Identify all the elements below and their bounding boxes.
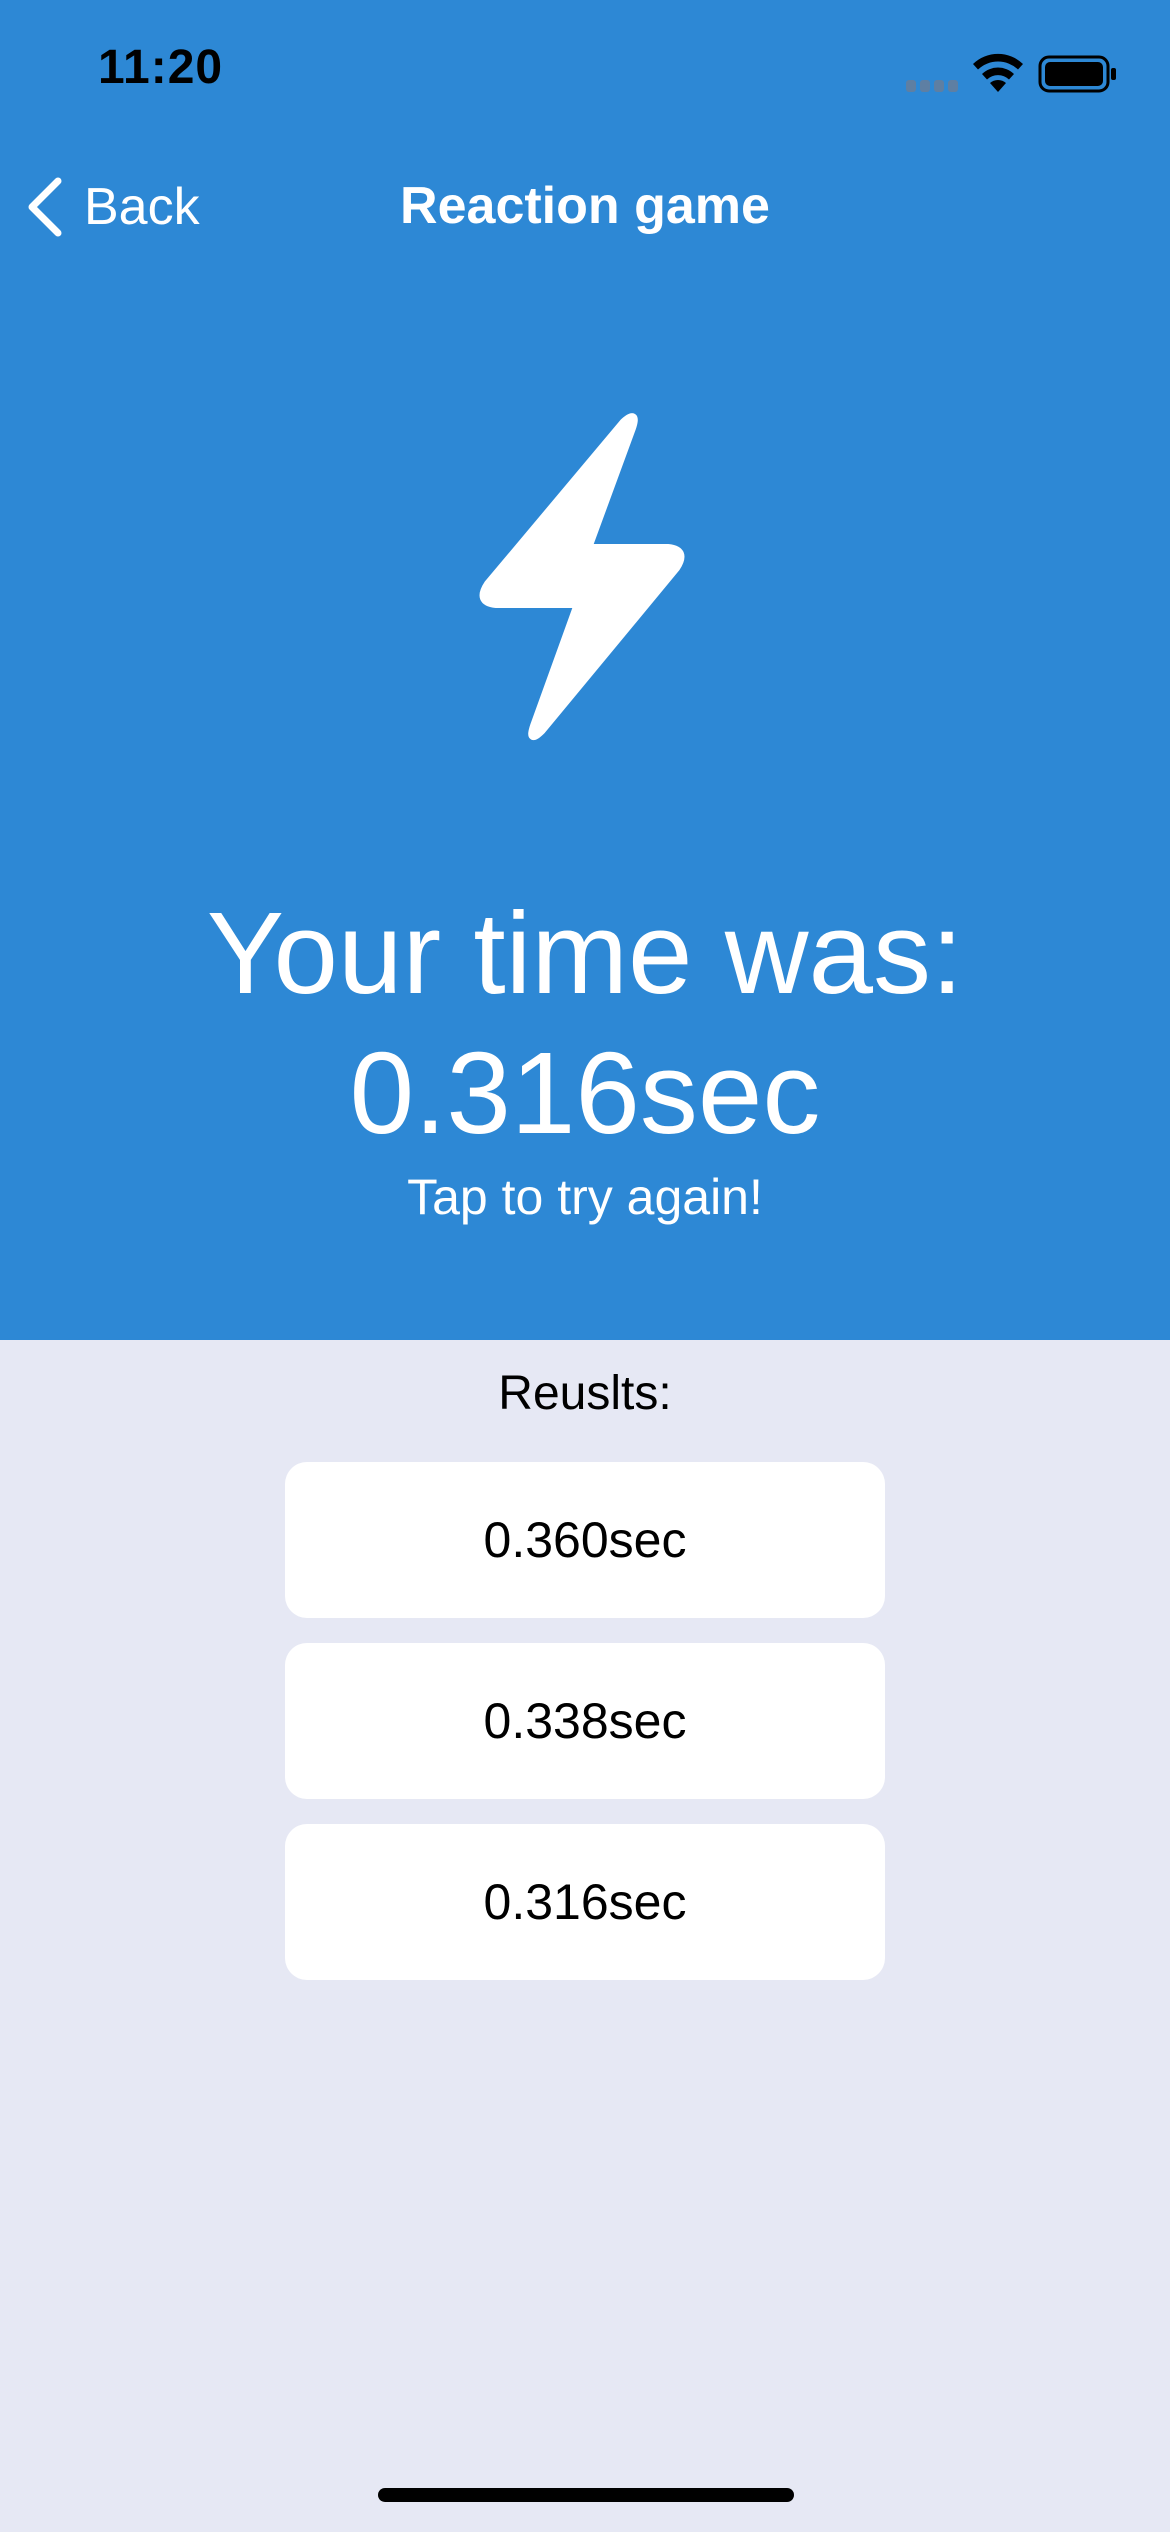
result-item: 0.316sec bbox=[285, 1824, 885, 1980]
result-item: 0.360sec bbox=[285, 1462, 885, 1618]
status-time: 11:20 bbox=[98, 41, 224, 94]
page-title: Reaction game bbox=[400, 177, 770, 235]
wifi-icon bbox=[973, 53, 1023, 92]
result-headline: Your time was: bbox=[206, 888, 964, 1018]
lightning-bolt-icon bbox=[479, 413, 685, 740]
current-time-value: 0.316sec bbox=[349, 1028, 821, 1158]
home-indicator[interactable] bbox=[378, 2488, 794, 2502]
results-heading: Reuslts: bbox=[498, 1367, 672, 1420]
results-list: 0.360sec 0.338sec 0.316sec bbox=[285, 1462, 885, 2005]
cellular-signal-icon bbox=[906, 80, 958, 92]
battery-icon bbox=[1038, 55, 1116, 93]
tap-area[interactable]: 11:20 Back Reaction game Your time was: … bbox=[0, 0, 1170, 1340]
tap-to-retry-hint: Tap to try again! bbox=[407, 1169, 763, 1225]
result-item: 0.338sec bbox=[285, 1643, 885, 1799]
